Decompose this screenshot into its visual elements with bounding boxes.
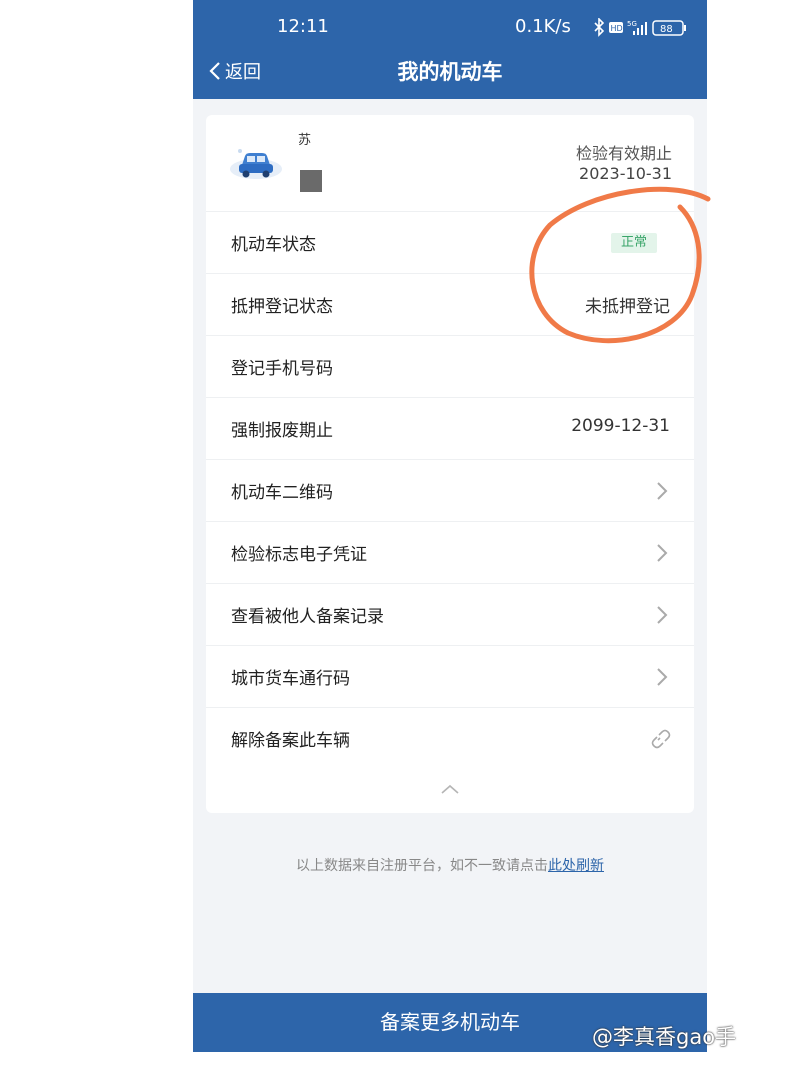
network-speed: 0.1K/s [515,16,571,37]
plate-mask [300,170,322,192]
inspection-date: 2023-10-31 [579,164,672,183]
row-label: 查看被他人备案记录 [231,607,384,627]
refresh-link[interactable]: 此处刷新 [548,858,604,874]
row-filing-records[interactable]: 查看被他人备案记录 [206,583,694,646]
svg-text:5G: 5G [627,20,637,28]
nav-bar: 返回 我的机动车 [193,50,707,99]
top-bar: 12:11 0.1K/s HD 5G 88 返回 我的机动车 [193,0,707,99]
footer-text: 以上数据来自注册平台，如不一致请点击 [296,858,548,874]
phone-screen: 12:11 0.1K/s HD 5G 88 返回 我的机动车 苏 检验有效期止 … [193,0,707,1052]
page-title: 我的机动车 [397,60,503,84]
row-label: 检验标志电子凭证 [231,545,367,565]
car-icon [230,149,282,179]
row-label: 机动车状态 [231,235,316,255]
battery-icon: 88 [652,20,686,36]
status-icons: HD 5G 88 [594,18,686,37]
row-label: 强制报废期止 [231,421,333,441]
status-time: 12:11 [277,16,329,37]
status-bar: 12:11 0.1K/s HD 5G 88 [193,0,707,50]
row-inspection-certificate[interactable]: 检验标志电子凭证 [206,521,694,584]
row-label: 机动车二维码 [231,483,333,503]
battery-level: 88 [660,24,673,35]
row-label: 解除备案此车辆 [231,731,350,751]
row-label: 登记手机号码 [231,359,333,379]
hd-icon: HD [609,22,623,33]
row-label: 城市货车通行码 [231,669,350,689]
row-value: 2099-12-31 [571,416,670,436]
hand-drawn-circle-annotation [529,186,711,344]
row-scrap-date: 强制报废期止 2099-12-31 [206,397,694,460]
watermark: @李真香gao手 [592,1025,737,1049]
chevron-right-icon [657,544,668,562]
chevron-right-icon [657,668,668,686]
row-remove-filing[interactable]: 解除备案此车辆 [206,707,694,769]
footer-note: 以上数据来自注册平台，如不一致请点击此处刷新 [193,855,707,875]
row-truck-pass[interactable]: 城市货车通行码 [206,645,694,708]
unlink-icon [651,729,671,749]
chevron-right-icon [657,606,668,624]
svg-text:HD: HD [611,24,623,33]
bluetooth-icon [594,18,605,37]
plate-fragment: 苏 [298,133,312,148]
signal-icon: 5G [627,20,647,35]
row-label: 抵押登记状态 [231,297,333,317]
chevron-right-icon [657,482,668,500]
inspection-label: 检验有效期止 [575,144,672,163]
row-qr-code[interactable]: 机动车二维码 [206,459,694,522]
chevron-up-icon[interactable] [440,783,460,795]
